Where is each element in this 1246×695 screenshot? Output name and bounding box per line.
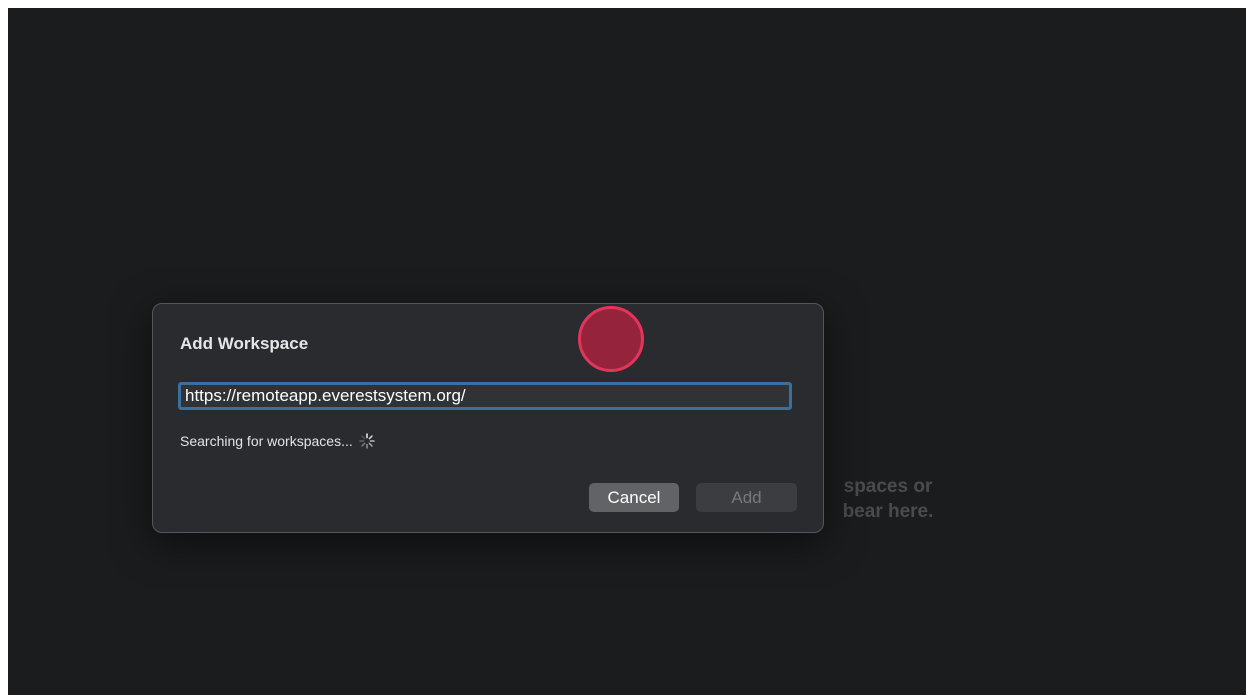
add-workspace-dialog: Add Workspace Searching for workspaces..… [152,303,824,533]
search-status: Searching for workspaces... [180,432,376,450]
workspace-url-input[interactable] [178,382,792,410]
search-status-text: Searching for workspaces... [180,433,353,449]
cancel-button[interactable]: Cancel [589,483,679,512]
add-button[interactable]: Add [696,483,797,512]
spinner-icon [358,433,375,449]
dialog-title: Add Workspace [180,334,309,353]
